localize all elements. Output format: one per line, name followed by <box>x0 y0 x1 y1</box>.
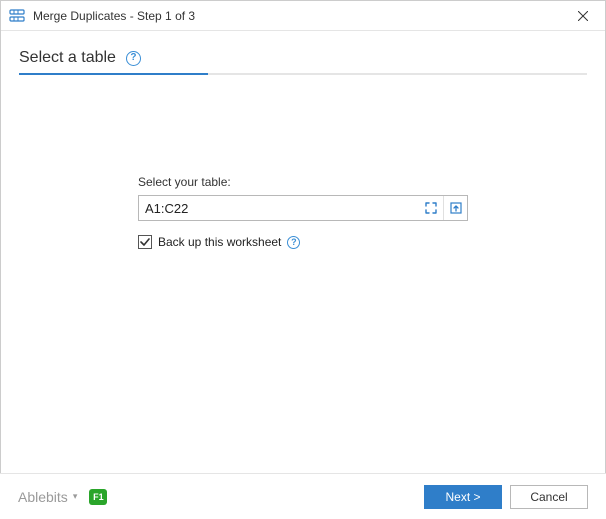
backup-checkbox[interactable] <box>138 235 152 249</box>
help-f1-button[interactable]: F1 <box>89 489 107 505</box>
page-title: Select a table <box>19 49 116 67</box>
range-input-group <box>138 195 468 221</box>
progress-bar <box>19 73 587 75</box>
range-label: Select your table: <box>138 175 468 189</box>
brand-label: Ablebits <box>18 489 68 505</box>
select-range-button[interactable] <box>419 196 443 220</box>
app-icon <box>9 8 25 24</box>
content-area: Select your table: Back up this <box>1 175 605 249</box>
window-title: Merge Duplicates - Step 1 of 3 <box>33 9 560 23</box>
backup-help-icon[interactable]: ? <box>287 236 300 249</box>
expand-range-button[interactable] <box>443 196 467 220</box>
next-button-label: Next > <box>445 490 480 504</box>
f1-label: F1 <box>93 492 104 502</box>
brand-menu[interactable]: Ablebits ▾ <box>18 489 77 505</box>
help-icon[interactable]: ? <box>126 51 141 66</box>
backup-label: Back up this worksheet <box>158 235 281 249</box>
titlebar: Merge Duplicates - Step 1 of 3 <box>1 1 605 31</box>
next-button[interactable]: Next > <box>424 485 502 509</box>
range-input[interactable] <box>139 196 419 220</box>
form-area: Select your table: Back up this <box>138 175 468 249</box>
footer: Ablebits ▾ F1 Next > Cancel <box>0 473 606 519</box>
backup-checkbox-row: Back up this worksheet ? <box>138 235 468 249</box>
cancel-button-label: Cancel <box>530 490 567 504</box>
chevron-down-icon: ▾ <box>73 491 78 502</box>
close-button[interactable] <box>560 1 605 31</box>
step-header: Select a table ? <box>1 31 605 73</box>
cancel-button[interactable]: Cancel <box>510 485 588 509</box>
progress-fill <box>19 73 208 75</box>
